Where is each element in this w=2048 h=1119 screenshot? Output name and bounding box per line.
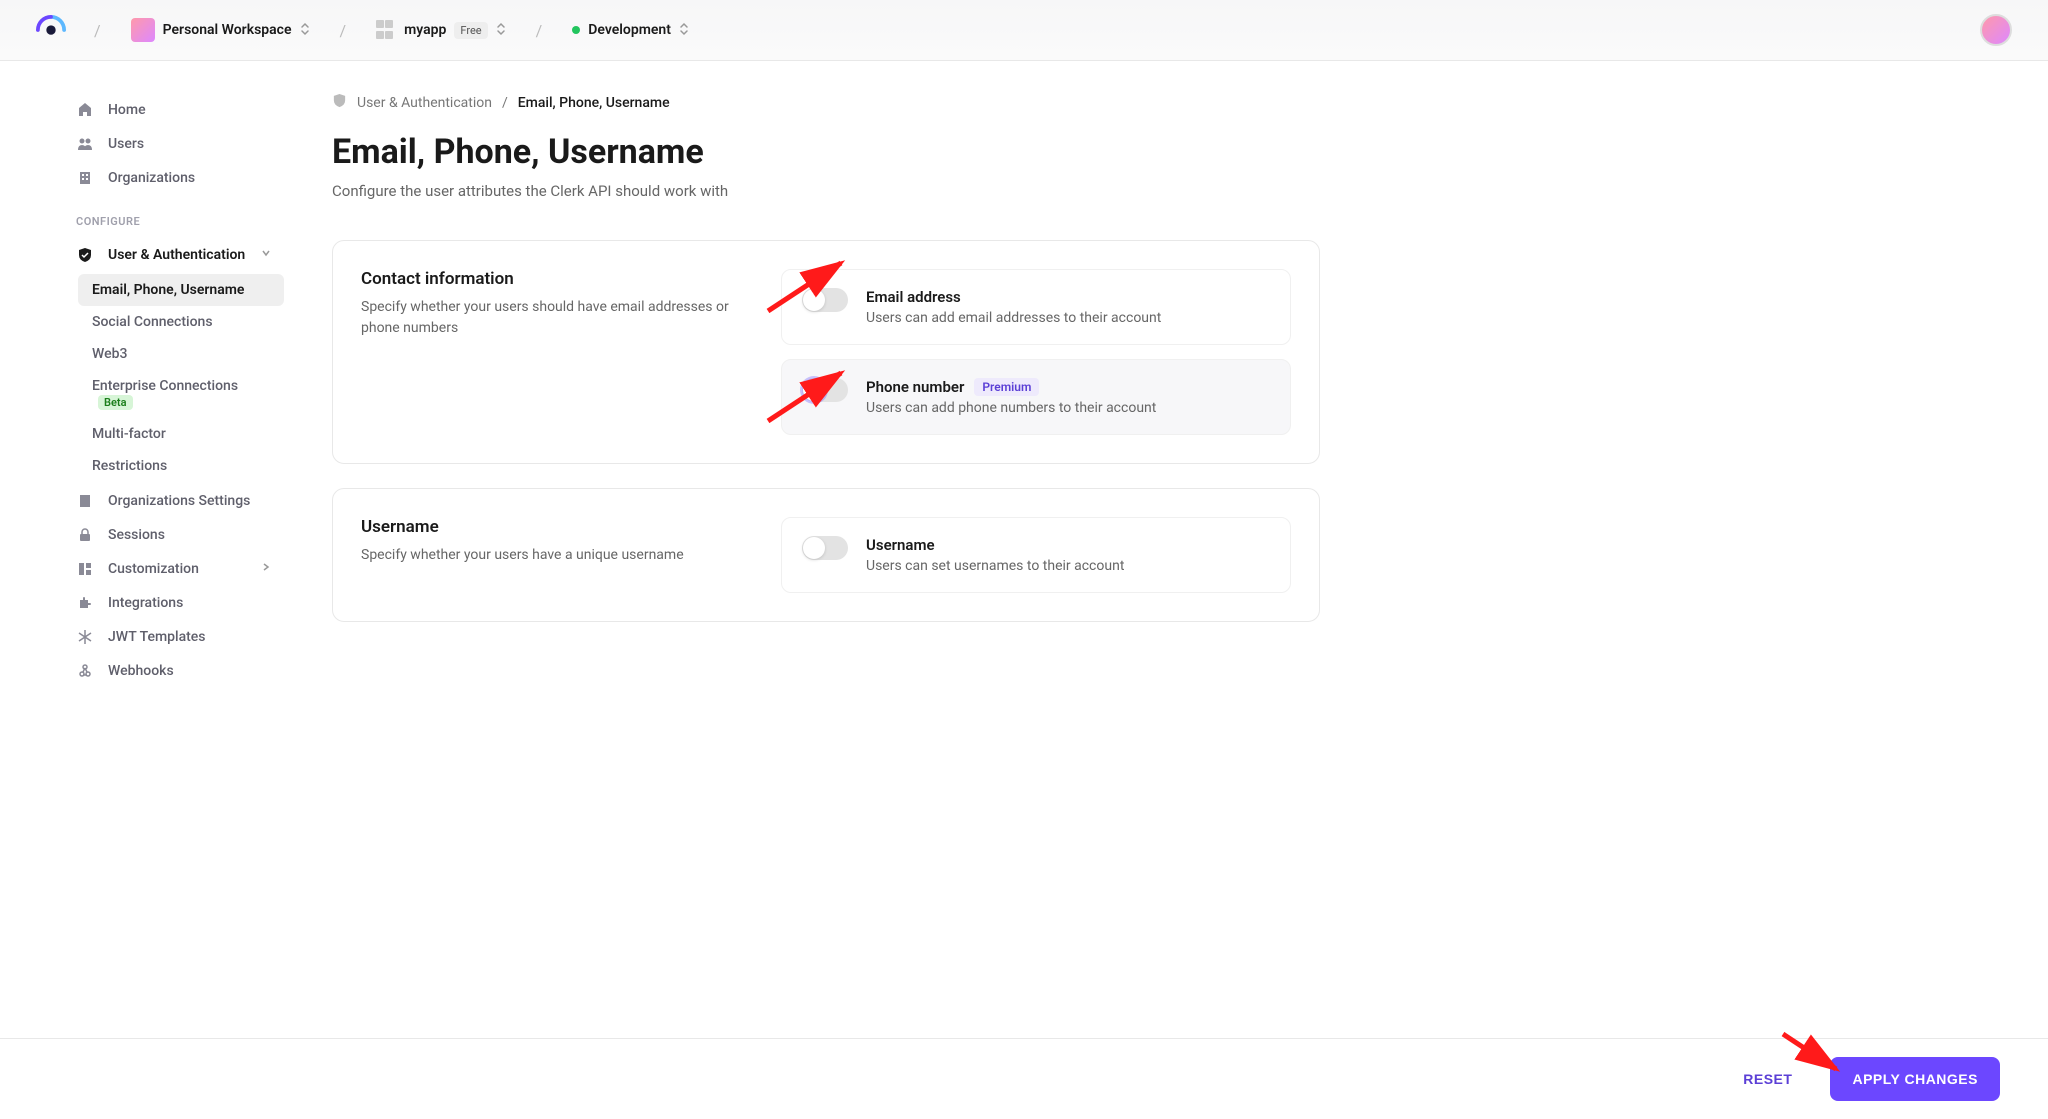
palette-icon	[76, 561, 94, 577]
sidebar-item-organizations[interactable]: Organizations	[64, 161, 284, 195]
updown-chevron-icon	[496, 22, 506, 39]
sidebar-sub-email-phone-username[interactable]: Email, Phone, Username	[78, 274, 284, 306]
nav-label: User & Authentication	[108, 247, 245, 263]
building-icon	[76, 170, 94, 186]
sidebar-sub-enterprise-connections[interactable]: Enterprise ConnectionsBeta	[78, 370, 284, 418]
webhook-icon	[76, 663, 94, 679]
page-subtitle: Configure the user attributes the Clerk …	[332, 182, 1320, 200]
username-option: Username Users can set usernames to thei…	[781, 517, 1291, 593]
plan-badge: Free	[454, 22, 487, 39]
premium-badge: Premium	[974, 378, 1039, 396]
phone-toggle[interactable]	[802, 378, 848, 402]
option-title: Email address	[866, 288, 1270, 306]
nav-label: Integrations	[108, 595, 183, 611]
email-address-option: Email address Users can add email addres…	[781, 269, 1291, 345]
reset-button[interactable]: RESET	[1725, 1059, 1810, 1099]
clerk-logo	[36, 15, 66, 45]
page-title: Email, Phone, Username	[332, 132, 1320, 172]
breadcrumb-sep: /	[94, 21, 101, 40]
option-title: Username	[866, 536, 1270, 554]
nav-label: Sessions	[108, 527, 165, 543]
sidebar-item-users[interactable]: Users	[64, 127, 284, 161]
env-switcher[interactable]: Development	[562, 16, 699, 45]
users-icon	[76, 136, 94, 152]
chevron-right-icon	[260, 561, 272, 577]
nav-section-configure: CONFIGURE	[64, 195, 284, 238]
breadcrumb-sep: /	[502, 95, 508, 111]
nav-label: Customization	[108, 561, 199, 577]
footer-action-bar: RESET APPLY CHANGES	[0, 1038, 2048, 1119]
chevron-down-icon	[260, 247, 272, 263]
asterisk-icon	[76, 629, 94, 645]
nav-label: Users	[108, 136, 144, 152]
username-toggle[interactable]	[802, 536, 848, 560]
breadcrumb: User & Authentication / Email, Phone, Us…	[332, 93, 1320, 112]
option-desc: Users can add phone numbers to their acc…	[866, 400, 1270, 416]
nav-label: JWT Templates	[108, 629, 206, 645]
card-desc: Specify whether your users should have e…	[361, 297, 741, 339]
sidebar-sub-web3[interactable]: Web3	[78, 338, 284, 370]
user-avatar[interactable]	[1980, 14, 2012, 46]
lock-icon	[76, 527, 94, 543]
workspace-avatar	[131, 18, 155, 42]
nav-label: Organizations	[108, 170, 195, 186]
sidebar-item-jwt-templates[interactable]: JWT Templates	[64, 620, 284, 654]
sidebar-sub-multi-factor[interactable]: Multi-factor	[78, 418, 284, 450]
option-title: Phone number Premium	[866, 378, 1270, 396]
updown-chevron-icon	[300, 22, 310, 39]
nav-label: Webhooks	[108, 663, 174, 679]
home-icon	[76, 102, 94, 118]
email-toggle[interactable]	[802, 288, 848, 312]
phone-number-option: Phone number Premium Users can add phone…	[781, 359, 1291, 435]
sidebar-item-organizations-settings[interactable]: Organizations Settings	[64, 484, 284, 518]
nav-label: Organizations Settings	[108, 493, 250, 509]
puzzle-icon	[76, 595, 94, 611]
nav-label: Home	[108, 102, 146, 118]
sidebar-sub-restrictions[interactable]: Restrictions	[78, 450, 284, 482]
env-name: Development	[588, 22, 671, 38]
option-desc: Users can add email addresses to their a…	[866, 310, 1270, 326]
sidebar-sub-social-connections[interactable]: Social Connections	[78, 306, 284, 338]
sidebar-item-customization[interactable]: Customization	[64, 552, 284, 586]
contact-information-card: Contact information Specify whether your…	[332, 240, 1320, 464]
main-content: User & Authentication / Email, Phone, Us…	[300, 61, 1400, 766]
apply-changes-button[interactable]: APPLY CHANGES	[1830, 1057, 2000, 1101]
updown-chevron-icon	[679, 22, 689, 39]
workspace-name: Personal Workspace	[163, 22, 292, 38]
breadcrumb-sep: /	[340, 21, 347, 40]
sidebar-item-integrations[interactable]: Integrations	[64, 586, 284, 620]
workspace-switcher[interactable]: Personal Workspace	[121, 12, 320, 48]
shield-icon	[76, 247, 94, 263]
username-card: Username Specify whether your users have…	[332, 488, 1320, 622]
sidebar: Home Users Organizations CONFIGURE User …	[0, 61, 300, 766]
building-icon	[76, 493, 94, 509]
status-dot-icon	[572, 26, 580, 34]
card-title: Contact information	[361, 269, 741, 289]
sidebar-item-sessions[interactable]: Sessions	[64, 518, 284, 552]
breadcrumb-current: Email, Phone, Username	[518, 95, 670, 111]
card-desc: Specify whether your users have a unique…	[361, 545, 741, 566]
top-header: / Personal Workspace / myapp Free / Deve…	[0, 0, 2048, 61]
sidebar-item-home[interactable]: Home	[64, 93, 284, 127]
app-icon	[376, 20, 396, 40]
app-name: myapp	[404, 22, 446, 38]
sidebar-item-user-auth[interactable]: User & Authentication	[64, 238, 284, 272]
card-title: Username	[361, 517, 741, 537]
beta-badge: Beta	[98, 395, 133, 410]
shield-check-icon	[332, 93, 347, 112]
breadcrumb-sep: /	[536, 21, 543, 40]
option-desc: Users can set usernames to their account	[866, 558, 1270, 574]
breadcrumb-parent[interactable]: User & Authentication	[357, 95, 492, 111]
sidebar-item-webhooks[interactable]: Webhooks	[64, 654, 284, 688]
app-switcher[interactable]: myapp Free	[366, 14, 516, 46]
